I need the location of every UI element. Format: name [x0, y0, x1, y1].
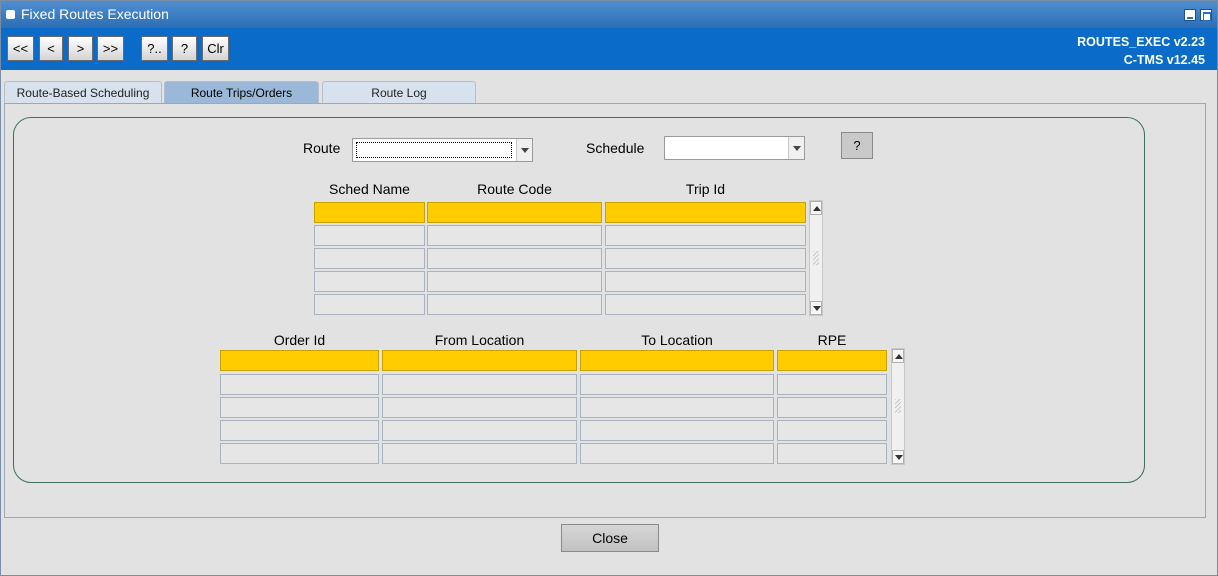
- route-label: Route: [303, 140, 341, 156]
- trip-id-cell[interactable]: [605, 271, 806, 292]
- schedule-dropdown-icon[interactable]: [788, 137, 804, 159]
- minimize-icon[interactable]: [1184, 9, 1196, 21]
- to-location-cell[interactable]: [580, 350, 774, 371]
- from-location-cell[interactable]: [382, 374, 577, 395]
- from-location-cell[interactable]: [382, 397, 577, 418]
- route-code-cell[interactable]: [427, 202, 602, 223]
- lookup-help-button[interactable]: ?: [841, 132, 873, 159]
- sched-name-cell[interactable]: [314, 271, 425, 292]
- to-location-cell[interactable]: [580, 374, 774, 395]
- platform-version: C-TMS v12.45: [1123, 53, 1205, 67]
- toolbar: << < > >> ?.. ? Clr ROUTES_EXEC v2.23 C-…: [1, 28, 1217, 70]
- app-icon: [6, 10, 15, 19]
- route-code-cell[interactable]: [427, 225, 602, 246]
- col-to-location: To Location: [641, 332, 713, 348]
- order-id-cell[interactable]: [220, 350, 379, 371]
- schedule-select[interactable]: [664, 136, 805, 160]
- close-button[interactable]: Close: [561, 524, 659, 552]
- col-sched-name: Sched Name: [329, 181, 410, 197]
- to-location-cell[interactable]: [580, 443, 774, 464]
- trips-scrollbar[interactable]: [809, 200, 823, 316]
- trip-id-cell[interactable]: [605, 225, 806, 246]
- query-button[interactable]: ?..: [141, 36, 168, 61]
- route-select-focus: [356, 142, 512, 158]
- route-code-cell[interactable]: [427, 248, 602, 269]
- col-rpe: RPE: [817, 332, 847, 348]
- sched-name-cell[interactable]: [314, 248, 425, 269]
- col-order-id: Order Id: [273, 332, 326, 348]
- help-button[interactable]: ?: [172, 36, 197, 61]
- route-dropdown-icon[interactable]: [516, 139, 532, 161]
- order-id-cell[interactable]: [220, 374, 379, 395]
- sched-name-cell[interactable]: [314, 202, 425, 223]
- from-location-cell[interactable]: [382, 443, 577, 464]
- order-id-cell[interactable]: [220, 420, 379, 441]
- tab-route-based-scheduling[interactable]: Route-Based Scheduling: [4, 81, 162, 103]
- app-version: ROUTES_EXEC v2.23: [1077, 35, 1205, 49]
- scroll-up-icon[interactable]: [892, 349, 904, 363]
- from-location-cell[interactable]: [382, 420, 577, 441]
- sched-name-cell[interactable]: [314, 294, 425, 315]
- sched-name-cell[interactable]: [314, 225, 425, 246]
- scroll-down-icon[interactable]: [892, 450, 904, 464]
- col-from-location: From Location: [434, 332, 525, 348]
- clear-button[interactable]: Clr: [202, 36, 229, 61]
- previous-record-button[interactable]: <: [39, 36, 63, 61]
- rpe-cell[interactable]: [777, 374, 887, 395]
- route-select[interactable]: [352, 138, 533, 162]
- first-record-button[interactable]: <<: [7, 36, 34, 61]
- rpe-cell[interactable]: [777, 420, 887, 441]
- trip-id-cell[interactable]: [605, 294, 806, 315]
- rpe-cell[interactable]: [777, 350, 887, 371]
- orders-scrollbar[interactable]: [891, 348, 905, 465]
- from-location-cell[interactable]: [382, 350, 577, 371]
- scroll-grip[interactable]: [895, 399, 901, 413]
- scroll-up-icon[interactable]: [810, 201, 822, 215]
- order-id-cell[interactable]: [220, 443, 379, 464]
- col-route-code: Route Code: [477, 181, 552, 197]
- to-location-cell[interactable]: [580, 420, 774, 441]
- scroll-down-icon[interactable]: [810, 301, 822, 315]
- window-title: Fixed Routes Execution: [21, 6, 169, 22]
- next-record-button[interactable]: >: [68, 36, 93, 61]
- schedule-label: Schedule: [586, 140, 645, 156]
- order-id-cell[interactable]: [220, 397, 379, 418]
- route-code-cell[interactable]: [427, 294, 602, 315]
- trip-id-cell[interactable]: [605, 248, 806, 269]
- tab-route-trips-orders[interactable]: Route Trips/Orders: [164, 81, 319, 103]
- col-trip-id: Trip Id: [685, 181, 726, 197]
- tab-route-log[interactable]: Route Log: [322, 81, 476, 103]
- title-bar: Fixed Routes Execution: [1, 1, 1217, 28]
- scroll-grip[interactable]: [813, 251, 819, 265]
- trip-id-cell[interactable]: [605, 202, 806, 223]
- to-location-cell[interactable]: [580, 397, 774, 418]
- last-record-button[interactable]: >>: [97, 36, 124, 61]
- app-window: Fixed Routes Execution << < > >> ?.. ? C…: [0, 0, 1218, 576]
- maximize-icon[interactable]: [1200, 9, 1212, 21]
- rpe-cell[interactable]: [777, 443, 887, 464]
- rpe-cell[interactable]: [777, 397, 887, 418]
- route-code-cell[interactable]: [427, 271, 602, 292]
